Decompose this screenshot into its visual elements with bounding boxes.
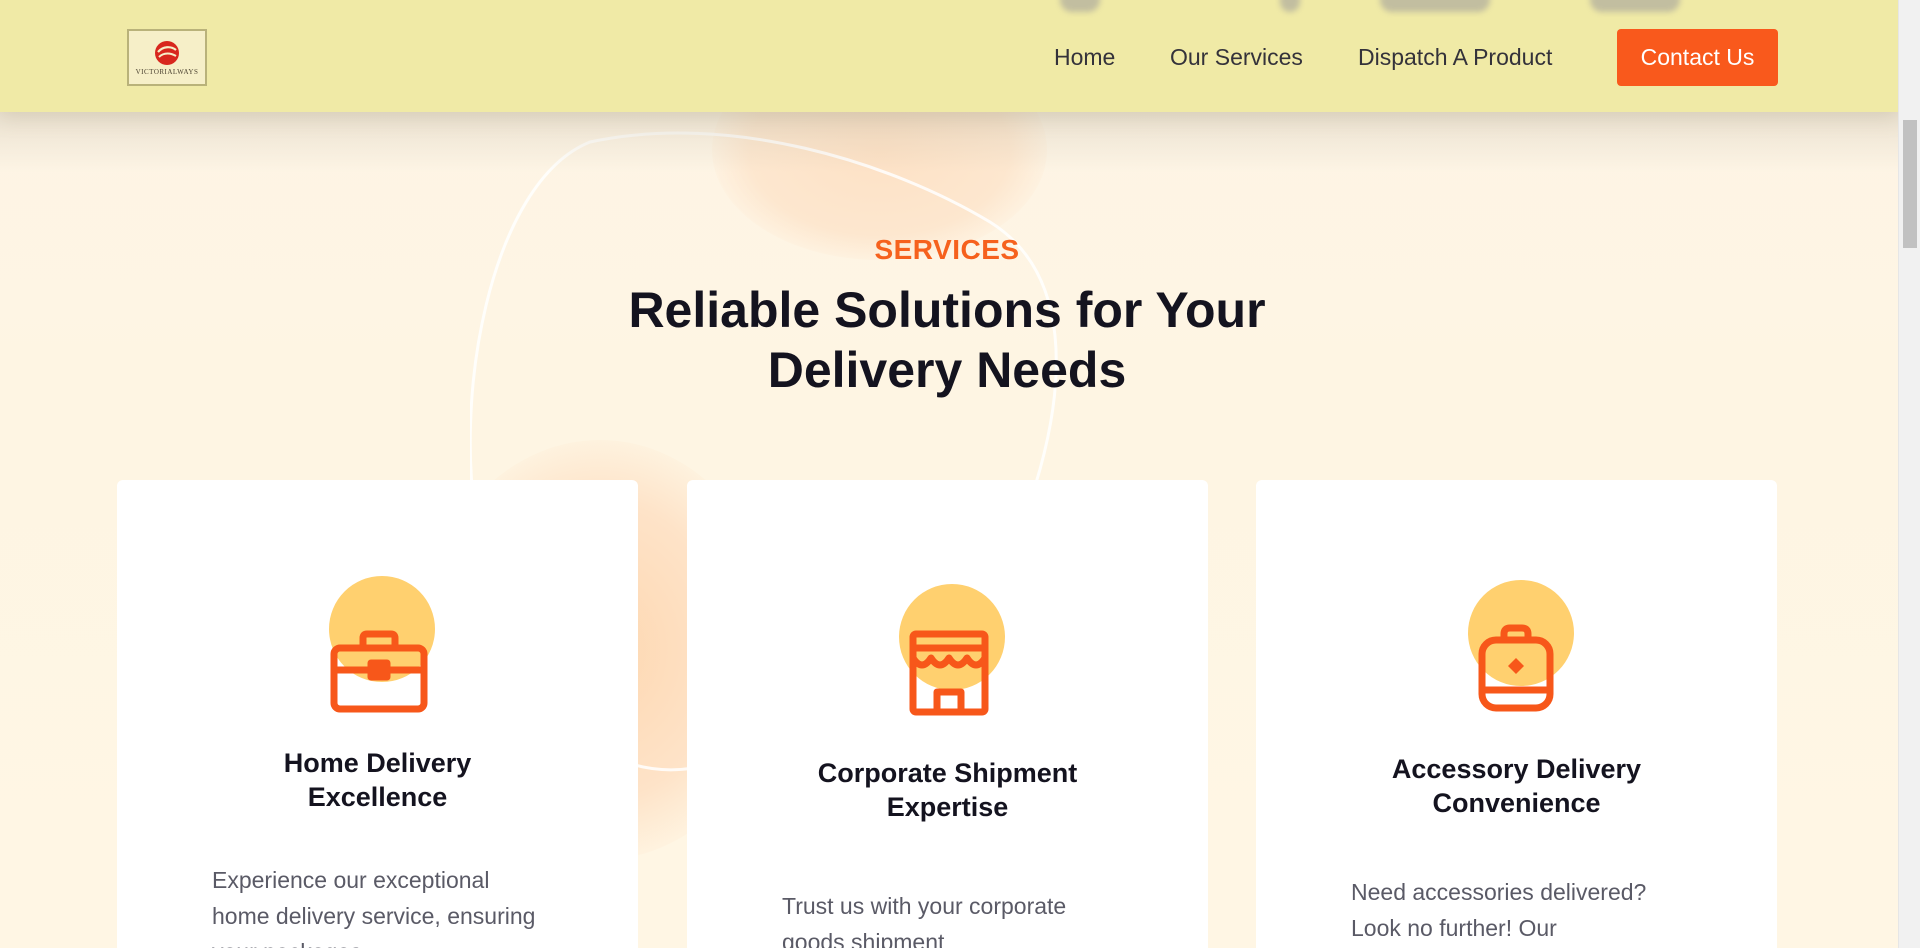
section-eyebrow: SERVICES (874, 234, 1020, 265)
nav-dispatch-product-link[interactable]: Dispatch A Product (1358, 44, 1552, 71)
contact-us-button[interactable]: Contact Us (1617, 29, 1778, 86)
section-headline: Reliable Solutions for Your Delivery Nee… (0, 280, 1894, 400)
site-header: VICTORIALWAYS Home Our Services Dispatch… (0, 0, 1898, 112)
card-description: Experience our exceptional home delivery… (212, 867, 536, 948)
page-scrollbar[interactable] (1898, 0, 1920, 948)
service-card-home-delivery[interactable]: Home Delivery Excellence Experience our … (117, 480, 638, 948)
blurred-ghost (1280, 0, 1300, 12)
card-title: Accessory Delivery Convenience (1296, 752, 1737, 820)
card-title-line: Corporate Shipment (817, 758, 1078, 788)
card-title: Home Delivery Excellence (157, 746, 598, 814)
nav-our-services-link[interactable]: Our Services (1170, 44, 1303, 71)
card-title: Corporate Shipment Expertise (727, 756, 1168, 824)
briefcase-icon (330, 630, 428, 713)
service-icon (317, 576, 437, 716)
blurred-ghost (1590, 0, 1680, 12)
card-title-line: Expertise (886, 792, 1009, 822)
service-card-accessory-delivery[interactable]: Accessory Delivery Convenience Need acce… (1256, 480, 1777, 948)
card-title-line: Accessory Delivery (1391, 754, 1642, 784)
card-description: Need accessories delivered? Look no furt… (1351, 879, 1647, 941)
storefront-icon (909, 630, 989, 716)
headline-line: Delivery Needs (767, 342, 1127, 398)
card-title-line: Convenience (1432, 788, 1601, 818)
backpack-icon (1478, 624, 1554, 712)
blurred-ghost (1380, 0, 1490, 12)
site-logo[interactable]: VICTORIALWAYS (127, 29, 207, 86)
service-icon (1456, 580, 1576, 720)
card-title-line: Excellence (307, 782, 448, 812)
logo-globe-icon (155, 40, 179, 65)
headline-line: Reliable Solutions for Your (628, 282, 1266, 338)
scrollbar-thumb[interactable] (1903, 120, 1917, 248)
card-description: Trust us with your corporate goods shipm… (782, 893, 1067, 948)
nav-home-link[interactable]: Home (1054, 44, 1115, 71)
service-card-corporate-shipment[interactable]: Corporate Shipment Expertise Trust us wi… (687, 480, 1208, 948)
service-icon (887, 584, 1007, 724)
blurred-ghost (1060, 0, 1100, 12)
header-shadow (0, 112, 1898, 172)
card-title-line: Home Delivery (283, 748, 472, 778)
logo-text: VICTORIALWAYS (135, 67, 199, 76)
